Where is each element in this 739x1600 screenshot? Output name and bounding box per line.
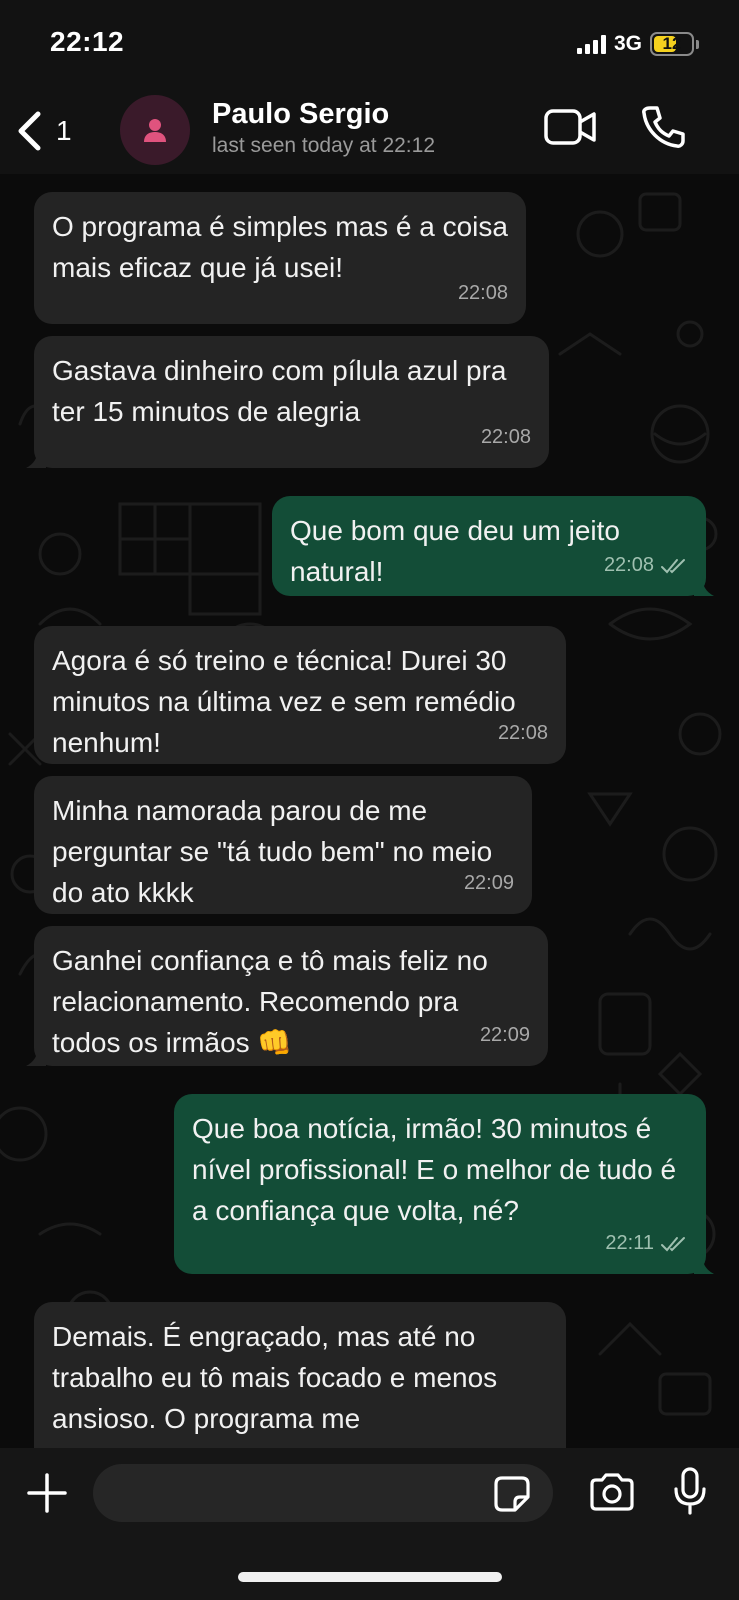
message-meta: 22:08 — [458, 273, 508, 314]
signal-icon — [576, 34, 606, 54]
message-text: Gastava dinheiro com pílula azul pra ter… — [52, 355, 507, 427]
composer-bar — [0, 1448, 739, 1600]
message-text: Minha namorada parou de me perguntar se … — [52, 795, 493, 908]
message-text: O programa é simples mas é a coisa mais … — [52, 211, 508, 283]
back-button[interactable]: 1 — [16, 106, 72, 156]
message-meta: 22:11 — [605, 1223, 688, 1264]
message-time: 22:08 — [497, 722, 548, 744]
message-bubble-outgoing[interactable]: Que boa notícia, irmão! 30 minutos é nív… — [174, 1094, 714, 1274]
message-text: Agora é só treino e técnica! Durei 30 mi… — [52, 645, 516, 758]
message-meta: 22:08 — [498, 713, 548, 754]
message-bubble-incoming[interactable]: Agora é só treino e técnica! Durei 30 mi… — [34, 626, 566, 764]
bubble-tail — [694, 1254, 714, 1274]
bubble-tail — [694, 576, 714, 596]
message-time: 22:08 — [457, 282, 508, 304]
contact-name[interactable]: Paulo Sergio — [212, 98, 389, 131]
message-list[interactable]: O programa é simples mas é a coisa mais … — [0, 174, 739, 1448]
voice-call-button[interactable] — [640, 104, 686, 155]
battery-icon: 12 — [650, 32, 694, 56]
contact-last-seen: last seen today at 22:12 — [212, 134, 435, 157]
unread-count: 1 — [56, 115, 72, 146]
camera-icon — [590, 1473, 634, 1511]
attach-button[interactable] — [26, 1472, 68, 1519]
bubble-tail — [26, 448, 46, 468]
message-meta: 22:09 — [464, 863, 514, 904]
status-bar: 22:12 3G 12 — [0, 0, 739, 88]
chevron-left-icon — [18, 111, 41, 151]
message-input[interactable] — [93, 1464, 553, 1522]
message-meta: 22:09 — [480, 1015, 530, 1056]
person-icon — [144, 119, 166, 142]
message-text: Que boa notícia, irmão! 30 minutos é nív… — [192, 1113, 677, 1226]
message-bubble-incoming[interactable]: Minha namorada parou de me perguntar se … — [34, 776, 532, 914]
microphone-icon — [674, 1467, 706, 1515]
message-bubble-incoming[interactable]: Gastava dinheiro com pílula azul pra ter… — [26, 336, 549, 468]
message-meta: 22:08 — [481, 417, 531, 458]
message-time: 22:09 — [479, 1024, 530, 1046]
bubble-tail — [26, 1046, 46, 1066]
plus-icon — [27, 1473, 67, 1513]
microphone-button[interactable] — [672, 1466, 708, 1521]
message-time: 22:09 — [463, 872, 514, 894]
avatar[interactable] — [120, 95, 190, 165]
double-check-icon — [661, 1236, 685, 1251]
video-call-button[interactable] — [543, 108, 597, 151]
message-bubble-incoming[interactable]: Demais. É engraçado, mas até no trabalho… — [34, 1302, 566, 1448]
battery-tip — [696, 39, 699, 49]
message-time: 22:08 — [480, 426, 531, 448]
message-bubble-incoming[interactable]: O programa é simples mas é a coisa mais … — [34, 192, 526, 324]
sticker-button[interactable] — [493, 1475, 531, 1518]
phone-icon — [642, 106, 685, 148]
message-text: Demais. É engraçado, mas até no trabalho… — [52, 1321, 498, 1434]
home-indicator — [238, 1572, 502, 1582]
chat-header: 1 Paulo Sergio last seen today at 22:12 — [0, 88, 739, 174]
sticker-icon — [494, 1476, 530, 1512]
message-meta: 22:08 — [604, 545, 688, 586]
message-time: 22:11 — [605, 1232, 654, 1254]
message-time: 22:08 — [603, 554, 654, 576]
message-text: Ganhei confiança e tô mais feliz no rela… — [52, 945, 488, 1058]
video-camera-icon — [544, 109, 596, 145]
status-indicators: 3G 12 — [576, 30, 699, 58]
status-time: 22:12 — [50, 26, 125, 57]
network-type: 3G — [613, 32, 642, 55]
message-bubble-incoming[interactable]: Ganhei confiança e tô mais feliz no rela… — [26, 926, 548, 1066]
battery-level: 12 — [662, 34, 682, 53]
message-bubble-outgoing[interactable]: Que bom que deu um jeito natural! 22:08 — [272, 496, 714, 596]
camera-button[interactable] — [588, 1472, 636, 1517]
double-check-icon — [661, 558, 685, 573]
